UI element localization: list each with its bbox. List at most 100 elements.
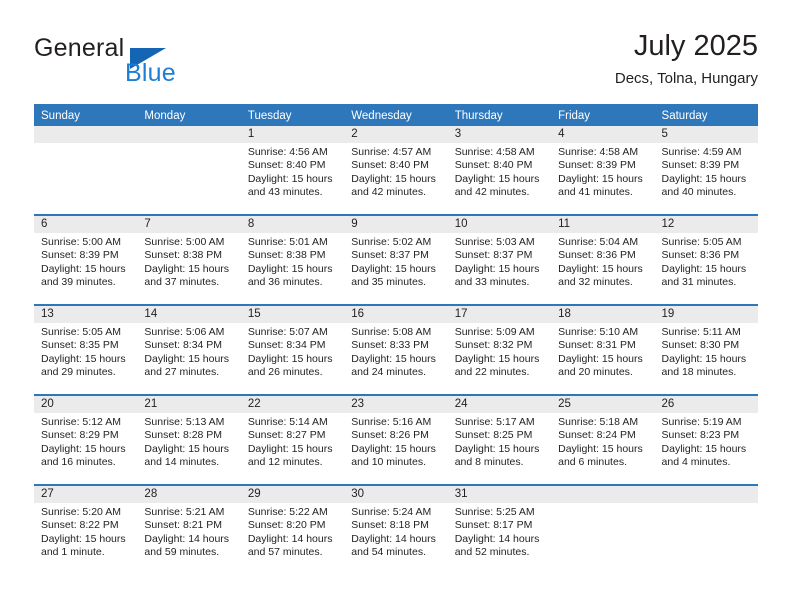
- calendar-day-cell[interactable]: 26 Sunrise: 5:19 AM Sunset: 8:23 PM Dayligh…: [654, 396, 758, 484]
- day-number: 19: [654, 306, 758, 323]
- calendar-day-cell[interactable]: 6 Sunrise: 5:00 AM Sunset: 8:39 PM Daylight…: [34, 216, 138, 304]
- calendar-day-cell[interactable]: 27 Sunrise: 5:20 AM Sunset: 8:22 PM Dayligh…: [34, 486, 138, 574]
- day-number: 5: [654, 126, 758, 143]
- calendar-day-cell[interactable]: 5 Sunrise: 4:59 AM Sunset: 8:39 PM Daylight…: [654, 126, 758, 214]
- sunrise-text: Sunrise: 5:24 AM: [351, 506, 432, 518]
- daylight-text-line1: Daylight: 15 hours: [454, 352, 540, 365]
- daylight-text-line1: Daylight: 15 hours: [351, 262, 436, 275]
- day-number: 12: [654, 216, 758, 233]
- sunset-text: Sunset: 8:36 PM: [661, 249, 740, 262]
- daylight-text-line1: Daylight: 14 hours: [351, 532, 436, 545]
- sunset-text: Sunset: 8:30 PM: [661, 339, 740, 352]
- day-details: Sunrise: 5:02 AM Sunset: 8:37 PM Daylight:…: [344, 233, 447, 290]
- sunset-text: Sunset: 8:40 PM: [454, 159, 533, 172]
- sunrise-text: Sunrise: 5:25 AM: [454, 506, 535, 518]
- calendar-day-cell[interactable]: 10 Sunrise: 5:03 AM Sunset: 8:37 PM Dayligh…: [447, 216, 552, 304]
- day-details: Sunrise: 5:10 AM Sunset: 8:31 PM Daylight:…: [551, 323, 654, 380]
- sunrise-text: Sunrise: 4:58 AM: [454, 146, 535, 158]
- calendar-day-cell[interactable]: 1 Sunrise: 4:56 AM Sunset: 8:40 PM Daylight…: [240, 126, 345, 214]
- calendar-day-cell[interactable]: 9 Sunrise: 5:02 AM Sunset: 8:37 PM Daylight…: [344, 216, 448, 304]
- sunrise-text: Sunrise: 5:12 AM: [41, 416, 121, 428]
- calendar-page: General Blue July 2025 Decs, Tolna, Hung…: [0, 0, 792, 612]
- day-details: Sunrise: 4:58 AM Sunset: 8:39 PM Daylight:…: [551, 143, 654, 200]
- daylight-text-line2: and 32 minutes.: [558, 276, 633, 289]
- daylight-text-line2: and 31 minutes.: [661, 276, 737, 289]
- calendar-day-cell[interactable]: 20 Sunrise: 5:12 AM Sunset: 8:29 PM Dayligh…: [34, 396, 138, 484]
- calendar-day-cell[interactable]: 29 Sunrise: 5:22 AM Sunset: 8:20 PM Dayligh…: [240, 486, 345, 574]
- calendar-day-cell[interactable]: 21 Sunrise: 5:13 AM Sunset: 8:28 PM Dayligh…: [137, 396, 241, 484]
- day-details: Sunrise: 5:20 AM Sunset: 8:22 PM Daylight:…: [34, 503, 137, 560]
- daylight-text-line1: Daylight: 15 hours: [661, 352, 747, 365]
- daylight-text-line1: Daylight: 15 hours: [661, 172, 747, 185]
- daylight-text-line1: Daylight: 15 hours: [247, 172, 333, 185]
- daylight-text-line1: Daylight: 15 hours: [41, 262, 126, 275]
- daylight-text-line2: and 54 minutes.: [351, 546, 426, 559]
- sunrise-text: Sunrise: 5:08 AM: [351, 326, 432, 338]
- calendar-day-cell[interactable]: 3 Sunrise: 4:58 AM Sunset: 8:40 PM Daylight…: [447, 126, 552, 214]
- sunrise-text: Sunrise: 5:20 AM: [41, 506, 121, 518]
- day-details: Sunrise: 5:00 AM Sunset: 8:39 PM Daylight:…: [34, 233, 137, 290]
- calendar-day-cell[interactable]: 15 Sunrise: 5:07 AM Sunset: 8:34 PM Dayligh…: [240, 306, 345, 394]
- daylight-text-line2: and 22 minutes.: [454, 366, 530, 379]
- calendar-day-cell[interactable]: 19 Sunrise: 5:11 AM Sunset: 8:30 PM Dayligh…: [654, 306, 758, 394]
- day-number: 9: [344, 216, 448, 233]
- sunset-text: Sunset: 8:23 PM: [661, 429, 740, 442]
- daylight-text-line2: and 24 minutes.: [351, 366, 426, 379]
- sunrise-text: Sunrise: 4:59 AM: [661, 146, 742, 158]
- daylight-text-line1: Daylight: 15 hours: [558, 172, 643, 185]
- calendar-day-cell[interactable]: 7 Sunrise: 5:00 AM Sunset: 8:38 PM Daylight…: [137, 216, 241, 304]
- day-number: 6: [34, 216, 138, 233]
- daylight-text-line1: Daylight: 15 hours: [247, 352, 333, 365]
- calendar-week-row: 13 Sunrise: 5:05 AM Sunset: 8:35 PM Dayligh…: [34, 304, 758, 394]
- sunset-text: Sunset: 8:35 PM: [41, 339, 119, 352]
- day-details: Sunrise: 5:05 AM Sunset: 8:35 PM Daylight:…: [34, 323, 137, 380]
- calendar-day-cell[interactable]: 17 Sunrise: 5:09 AM Sunset: 8:32 PM Dayligh…: [447, 306, 552, 394]
- day-number: 1: [240, 126, 345, 143]
- daylight-text-line1: Daylight: 15 hours: [41, 442, 126, 455]
- day-number: [137, 126, 241, 143]
- calendar-day-cell[interactable]: 13 Sunrise: 5:05 AM Sunset: 8:35 PM Dayligh…: [34, 306, 138, 394]
- calendar-day-cell[interactable]: 25 Sunrise: 5:18 AM Sunset: 8:24 PM Dayligh…: [551, 396, 655, 484]
- calendar-day-cell[interactable]: 31 Sunrise: 5:25 AM Sunset: 8:17 PM Dayligh…: [447, 486, 552, 574]
- sunset-text: Sunset: 8:36 PM: [558, 249, 636, 262]
- calendar-day-cell[interactable]: 24 Sunrise: 5:17 AM Sunset: 8:25 PM Dayligh…: [447, 396, 552, 484]
- sunrise-text: Sunrise: 5:11 AM: [661, 326, 741, 338]
- sunrise-text: Sunrise: 5:18 AM: [558, 416, 639, 428]
- brand-logo[interactable]: General Blue: [34, 34, 274, 90]
- calendar-day-cell[interactable]: 11 Sunrise: 5:04 AM Sunset: 8:36 PM Dayligh…: [551, 216, 655, 304]
- sunrise-text: Sunrise: 5:09 AM: [454, 326, 535, 338]
- brand-name-blue: Blue: [125, 59, 176, 87]
- calendar-day-cell[interactable]: 30 Sunrise: 5:24 AM Sunset: 8:18 PM Dayligh…: [344, 486, 448, 574]
- day-number: [654, 486, 758, 503]
- calendar-day-cell-empty: [34, 126, 138, 214]
- daylight-text-line1: Daylight: 15 hours: [247, 442, 333, 455]
- day-details: Sunrise: 5:09 AM Sunset: 8:32 PM Daylight:…: [448, 323, 551, 380]
- day-details: Sunrise: 5:05 AM Sunset: 8:36 PM Daylight:…: [655, 233, 758, 290]
- day-details: Sunrise: 4:57 AM Sunset: 8:40 PM Daylight:…: [344, 143, 447, 200]
- sunrise-text: Sunrise: 5:02 AM: [351, 236, 432, 248]
- calendar-day-cell[interactable]: 28 Sunrise: 5:21 AM Sunset: 8:21 PM Dayligh…: [137, 486, 241, 574]
- day-number: 10: [447, 216, 552, 233]
- calendar-day-cell[interactable]: 4 Sunrise: 4:58 AM Sunset: 8:39 PM Daylight…: [551, 126, 655, 214]
- sunrise-text: Sunrise: 4:57 AM: [351, 146, 432, 158]
- weekday-header-saturday: Saturday: [661, 110, 708, 122]
- calendar-day-cell[interactable]: 18 Sunrise: 5:10 AM Sunset: 8:31 PM Dayligh…: [551, 306, 655, 394]
- calendar-day-cell[interactable]: 23 Sunrise: 5:16 AM Sunset: 8:26 PM Dayligh…: [344, 396, 448, 484]
- daylight-text-line1: Daylight: 15 hours: [454, 172, 540, 185]
- day-details: Sunrise: 5:11 AM Sunset: 8:30 PM Daylight:…: [655, 323, 758, 380]
- sunset-text: Sunset: 8:28 PM: [144, 429, 223, 442]
- calendar-day-cell[interactable]: 14 Sunrise: 5:06 AM Sunset: 8:34 PM Dayligh…: [137, 306, 241, 394]
- calendar-day-cell[interactable]: 8 Sunrise: 5:01 AM Sunset: 8:38 PM Daylight…: [240, 216, 345, 304]
- calendar-week-row: 20 Sunrise: 5:12 AM Sunset: 8:29 PM Dayligh…: [34, 394, 758, 484]
- location-subtitle: Decs, Tolna, Hungary: [614, 70, 758, 87]
- sunrise-text: Sunrise: 5:17 AM: [454, 416, 535, 428]
- page-header: General Blue July 2025 Decs, Tolna, Hung…: [34, 28, 758, 90]
- calendar-day-cell[interactable]: 2 Sunrise: 4:57 AM Sunset: 8:40 PM Daylight…: [344, 126, 448, 214]
- sunrise-text: Sunrise: 5:10 AM: [558, 326, 639, 338]
- calendar-day-cell[interactable]: 16 Sunrise: 5:08 AM Sunset: 8:33 PM Dayligh…: [344, 306, 448, 394]
- sunset-text: Sunset: 8:37 PM: [454, 249, 533, 262]
- calendar-day-cell[interactable]: 12 Sunrise: 5:05 AM Sunset: 8:36 PM Dayligh…: [654, 216, 758, 304]
- sunset-text: Sunset: 8:39 PM: [41, 249, 119, 262]
- calendar-day-cell[interactable]: 22 Sunrise: 5:14 AM Sunset: 8:27 PM Dayligh…: [240, 396, 345, 484]
- day-number: 14: [137, 306, 241, 323]
